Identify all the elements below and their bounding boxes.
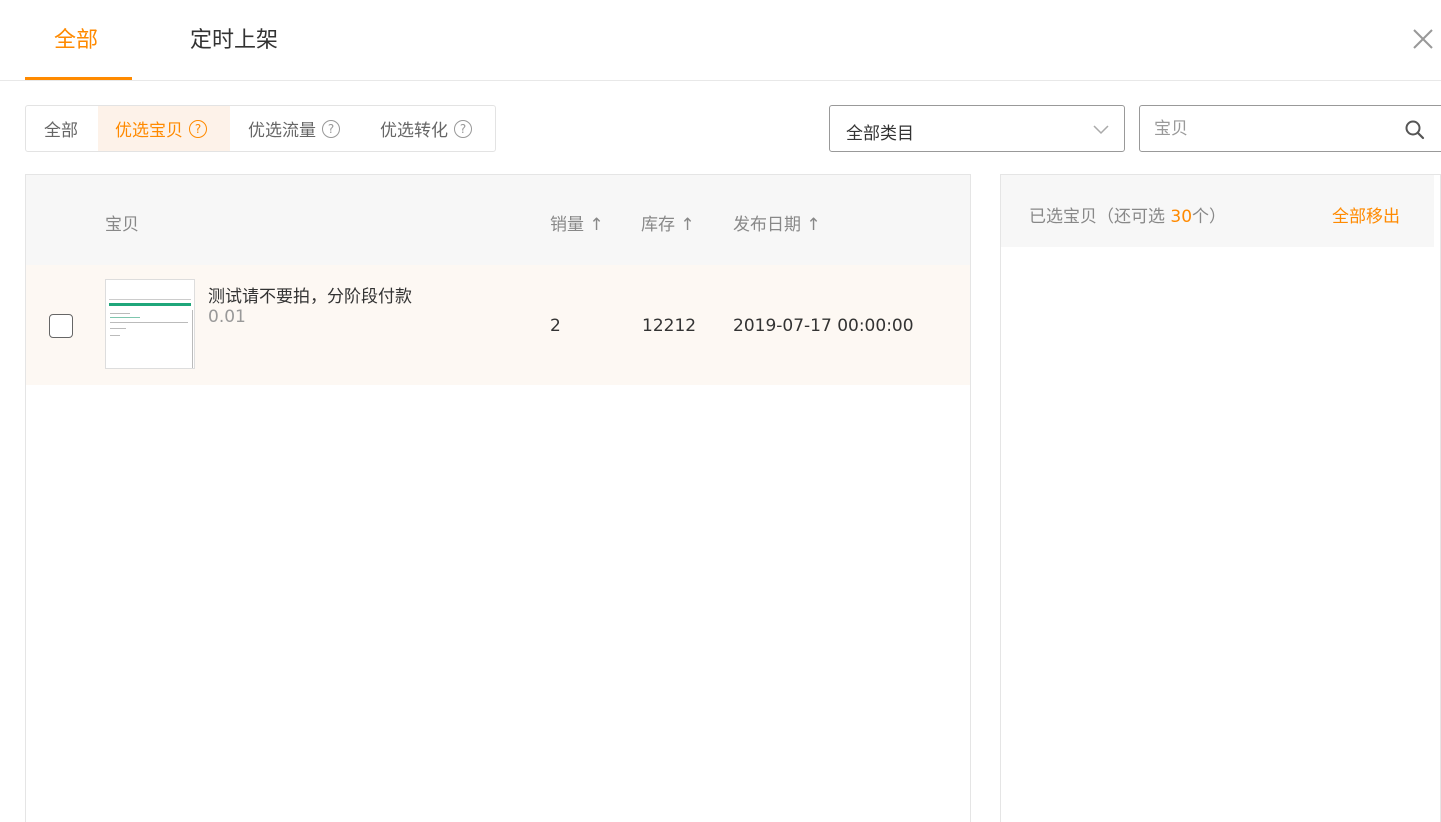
column-header-stock[interactable]: 库存 ↑ (641, 210, 695, 235)
selected-label-suffix: 个） (1192, 207, 1227, 227)
help-icon[interactable]: ? (322, 119, 340, 138)
row-checkbox[interactable] (49, 314, 73, 338)
tab-scheduled-listing[interactable]: 定时上架 (190, 22, 278, 54)
product-title[interactable]: 测试请不要拍，分阶段付款 (208, 282, 412, 307)
search-box (1139, 105, 1441, 152)
filter-featured-items-label: 优选宝贝 (115, 121, 183, 141)
filter-featured-items[interactable]: 优选宝贝 ? (98, 106, 230, 151)
filter-featured-traffic[interactable]: 优选流量 ? (230, 106, 362, 151)
selected-items-panel: 已选宝贝（还可选 30个） 全部移出 (1000, 174, 1441, 822)
table-header: 宝贝 销量 ↑ 库存 ↑ 发布日期 ↑ (26, 175, 970, 265)
tab-all[interactable]: 全部 (54, 22, 98, 54)
column-header-item: 宝贝 (105, 215, 139, 235)
selected-label-prefix: 已选宝贝（还可选 (1029, 207, 1171, 227)
search-input[interactable] (1154, 116, 1384, 142)
help-icon[interactable]: ? (189, 119, 207, 138)
filter-featured-conversion[interactable]: 优选转化 ? (362, 106, 495, 151)
product-stock: 12212 (642, 316, 697, 336)
category-select[interactable]: 全部类目 (829, 105, 1125, 152)
active-tab-indicator (25, 77, 132, 80)
category-select-value: 全部类目 (846, 124, 914, 144)
column-header-date[interactable]: 发布日期 ↑ (733, 210, 821, 235)
product-publish-date: 2019-07-17 00:00:00 (733, 316, 914, 336)
filter-featured-traffic-label: 优选流量 (248, 121, 316, 141)
filter-all-label: 全部 (44, 121, 78, 141)
top-tab-bar: 全部 定时上架 (0, 0, 1441, 81)
chevron-down-icon (1093, 125, 1109, 135)
product-price: 0.01 (208, 307, 246, 327)
selected-items-header: 已选宝贝（还可选 30个） 全部移出 (1001, 175, 1434, 247)
remove-all-button[interactable]: 全部移出 (1332, 202, 1400, 227)
search-icon[interactable] (1404, 119, 1426, 141)
close-icon[interactable] (1408, 24, 1438, 54)
filter-all[interactable]: 全部 (26, 106, 98, 151)
product-thumbnail (105, 279, 195, 369)
filter-featured-conversion-label: 优选转化 (380, 121, 448, 141)
filter-segmented-control: 全部 优选宝贝 ? 优选流量 ? 优选转化 ? (25, 105, 496, 152)
product-sales: 2 (550, 316, 561, 336)
column-header-sales[interactable]: 销量 ↑ (550, 210, 604, 235)
product-table: 宝贝 销量 ↑ 库存 ↑ 发布日期 ↑ 测试请不要拍，分阶段付款 0.01 2 … (25, 174, 971, 822)
selected-items-label: 已选宝贝（还可选 30个） (1029, 202, 1226, 227)
table-row: 测试请不要拍，分阶段付款 0.01 2 12212 2019-07-17 00:… (26, 265, 970, 385)
remaining-count: 30 (1170, 207, 1193, 227)
help-icon[interactable]: ? (454, 119, 472, 138)
